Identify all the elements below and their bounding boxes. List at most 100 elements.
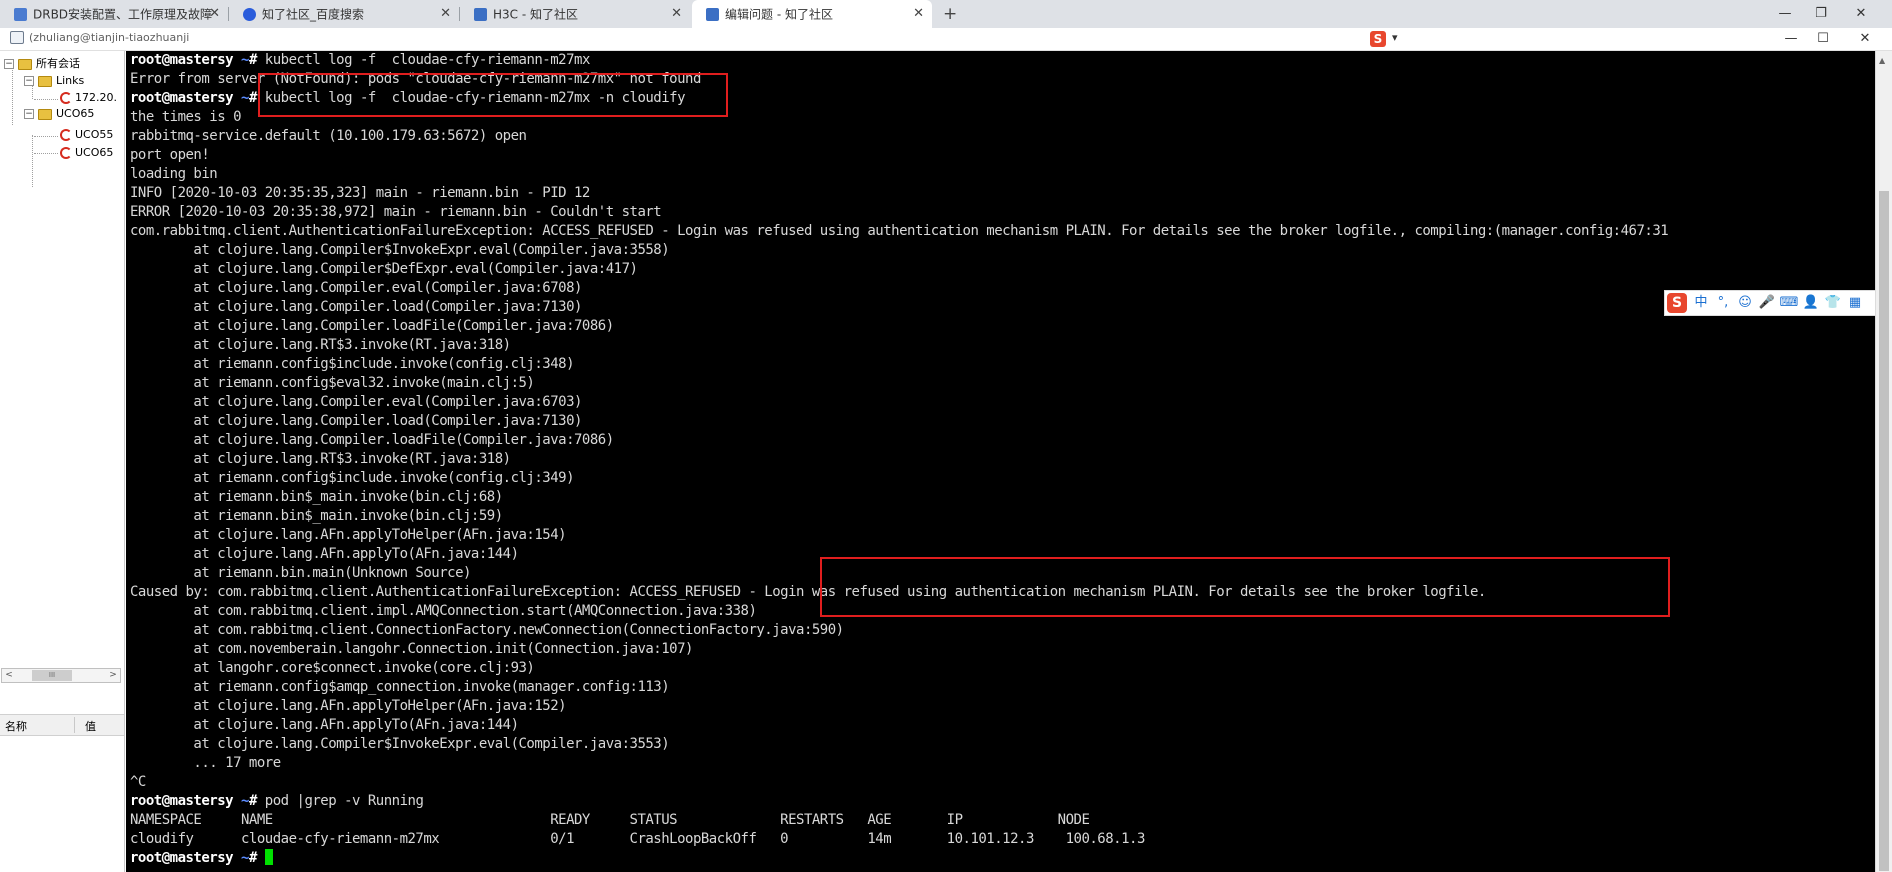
- browser-tab-bar: DRBD安装配置、工作原理及故障 ✕ 知了社区_百度搜索 ✕ H3C - 知了社…: [0, 0, 1892, 28]
- output-text: at clojure.lang.Compiler.loadFile(Compil…: [130, 432, 614, 448]
- scroll-thumb[interactable]: [1879, 191, 1889, 871]
- output-text: at com.rabbitmq.client.ConnectionFactory…: [130, 622, 844, 638]
- terminal-output-line: at riemann.config$include.invoke(config.…: [130, 355, 1668, 374]
- tree-session-uco65[interactable]: UCO65: [60, 144, 113, 162]
- output-text: com.rabbitmq.client.AuthenticationFailur…: [130, 223, 1669, 239]
- prompt-user: root@mastersy: [130, 52, 234, 68]
- prompt-sign: #: [248, 52, 265, 68]
- ime-toolbar: S 中 °, ☺ 🎤 ⌨ 👤 👕 ▦: [1664, 290, 1876, 316]
- output-text: at clojure.lang.AFn.applyTo(AFn.java:144…: [130, 546, 519, 562]
- tree-folder-links[interactable]: − Links: [24, 72, 84, 90]
- close-tab-icon[interactable]: ✕: [913, 0, 924, 28]
- browser-tab-1[interactable]: DRBD安装配置、工作原理及故障 ✕: [0, 0, 228, 28]
- restore-browser-button[interactable]: ❐: [1806, 0, 1836, 28]
- terminal-output-line: at com.novemberain.langohr.Connection.in…: [130, 640, 1668, 659]
- scroll-left-icon[interactable]: <: [2, 669, 16, 682]
- tree-horizontal-scrollbar[interactable]: < III >: [1, 668, 121, 683]
- emoji-icon[interactable]: ☺: [1735, 293, 1755, 313]
- folder-icon: [38, 108, 52, 120]
- terminal-lines: root@mastersy ~# kubectl log -f cloudae-…: [130, 51, 1669, 868]
- terminal-output-line: ERROR [2020-10-03 20:35:38,972] main - r…: [130, 203, 1668, 222]
- prompt-path: ~: [233, 850, 249, 866]
- terminal-output-line: at clojure.lang.Compiler$InvokeExpr.eval…: [130, 241, 1668, 260]
- output-text: at clojure.lang.Compiler.eval(Compiler.j…: [130, 394, 582, 410]
- output-text: at riemann.bin$_main.invoke(bin.clj:68): [130, 489, 503, 505]
- sogou-logo-icon[interactable]: S: [1667, 293, 1687, 313]
- terminal-output-line: at clojure.lang.Compiler.loadFile(Compil…: [130, 317, 1668, 336]
- terminal-output-line: at clojure.lang.RT$3.invoke(RT.java:318): [130, 336, 1668, 355]
- close-browser-button[interactable]: ✕: [1846, 0, 1876, 28]
- terminal-output-line: at clojure.lang.Compiler$DefExpr.eval(Co…: [130, 260, 1668, 279]
- terminal-command-line: root@mastersy ~# pod |grep -v Running: [130, 792, 1668, 811]
- toolbox-grid-icon[interactable]: ▦: [1845, 293, 1865, 313]
- terminal-vertical-scrollbar[interactable]: ▲: [1875, 51, 1892, 872]
- highlight-box-error: [820, 557, 1670, 617]
- close-tab-icon[interactable]: ✕: [209, 0, 220, 28]
- session-title: (zhuliang@tianjin-tiaozhuanji: [29, 31, 190, 44]
- terminal-output-line: at clojure.lang.Compiler.eval(Compiler.j…: [130, 393, 1668, 412]
- collapse-icon[interactable]: −: [24, 76, 34, 86]
- browser-tab-2[interactable]: 知了社区_百度搜索 ✕: [229, 0, 459, 28]
- maximize-session-button[interactable]: ☐: [1810, 28, 1836, 50]
- output-text: at clojure.lang.Compiler.load(Compiler.j…: [130, 299, 582, 315]
- terminal-output-line: at com.rabbitmq.client.ConnectionFactory…: [130, 621, 1668, 640]
- output-text: cloudify cloudae-cfy-riemann-m27mx 0/1 C…: [130, 831, 1145, 847]
- tree-label: 所有会话: [36, 57, 80, 70]
- terminal-output-line: cloudify cloudae-cfy-riemann-m27mx 0/1 C…: [130, 830, 1668, 849]
- scroll-up-icon[interactable]: ▲: [1879, 56, 1885, 65]
- scroll-thumb[interactable]: III: [32, 670, 72, 681]
- output-text: INFO [2020-10-03 20:35:35,323] main - ri…: [130, 185, 590, 201]
- tree-session-uco55[interactable]: UCO55: [60, 126, 113, 144]
- tree-folder-uco65[interactable]: − UCO65: [24, 105, 94, 123]
- close-tab-icon[interactable]: ✕: [440, 0, 451, 28]
- terminal-output-line: at clojure.lang.Compiler.load(Compiler.j…: [130, 298, 1668, 317]
- output-text: at clojure.lang.AFn.applyTo(AFn.java:144…: [130, 717, 519, 733]
- scroll-right-icon[interactable]: >: [106, 669, 120, 682]
- tree-label: 172.20.: [75, 91, 117, 104]
- voice-input-icon[interactable]: 🎤: [1757, 293, 1777, 313]
- terminal-output-line: ... 17 more: [130, 754, 1668, 773]
- output-text: loading bin: [130, 166, 218, 182]
- sogou-ime-icon[interactable]: S: [1370, 31, 1386, 47]
- terminal-output-line: at riemann.config$include.invoke(config.…: [130, 469, 1668, 488]
- tree-label: Links: [56, 74, 85, 87]
- soft-keyboard-icon[interactable]: ⌨: [1779, 293, 1799, 313]
- output-text: the times is 0: [130, 109, 242, 125]
- skin-shirt-icon[interactable]: 👕: [1823, 293, 1843, 313]
- property-name-column[interactable]: 名称: [5, 718, 27, 734]
- session-title-bar: (zhuliang@tianjin-tiaozhuanji S ▾ — ☐ ✕: [0, 28, 1892, 51]
- close-tab-icon[interactable]: ✕: [671, 0, 682, 28]
- browser-tab-4-active[interactable]: 编辑问题 - 知了社区 ✕: [692, 0, 932, 28]
- collapse-icon[interactable]: −: [24, 109, 34, 119]
- chinese-mode-button[interactable]: 中: [1691, 293, 1711, 313]
- prompt-path: ~: [233, 52, 249, 68]
- collapse-icon[interactable]: −: [4, 59, 14, 69]
- ime-menu-chevron-icon[interactable]: ▾: [1392, 31, 1398, 44]
- tab-title: H3C - 知了社区: [493, 7, 578, 22]
- folder-icon: [18, 58, 32, 70]
- output-text: at clojure.lang.Compiler$DefExpr.eval(Co…: [130, 261, 638, 277]
- terminal-output-line: loading bin: [130, 165, 1668, 184]
- prompt-path: ~: [233, 793, 249, 809]
- punctuation-mode-button[interactable]: °,: [1713, 293, 1733, 313]
- output-text: at riemann.config$include.invoke(config.…: [130, 470, 575, 486]
- minimize-browser-button[interactable]: —: [1770, 0, 1800, 28]
- tab-title: 知了社区_百度搜索: [262, 7, 365, 22]
- terminal-output-line: com.rabbitmq.client.AuthenticationFailur…: [130, 222, 1669, 241]
- terminal-output-line: INFO [2020-10-03 20:35:35,323] main - ri…: [130, 184, 1668, 203]
- new-tab-button[interactable]: +: [943, 0, 957, 28]
- terminal-cursor: [264, 849, 273, 865]
- output-text: ERROR [2020-10-03 20:35:38,972] main - r…: [130, 204, 662, 220]
- property-value-column[interactable]: 值: [85, 718, 96, 734]
- output-text: ^C: [130, 774, 146, 790]
- session-tree-pane: − 所有会话 − Links 172.20. − UCO65 UCO55 UCO65 …: [0, 51, 125, 872]
- minimize-session-button[interactable]: —: [1778, 28, 1804, 50]
- close-session-button[interactable]: ✕: [1852, 28, 1878, 50]
- page-favicon-icon: [706, 8, 719, 21]
- terminal-output[interactable]: root@mastersy ~# kubectl log -f cloudae-…: [126, 51, 1875, 872]
- user-account-icon[interactable]: 👤: [1801, 293, 1821, 313]
- tree-root-all-sessions[interactable]: − 所有会话: [4, 55, 80, 73]
- output-text: at clojure.lang.Compiler$InvokeExpr.eval…: [130, 242, 670, 258]
- browser-tab-3[interactable]: H3C - 知了社区 ✕: [460, 0, 690, 28]
- terminal-command-line: root@mastersy ~# kubectl log -f cloudae-…: [130, 51, 1668, 70]
